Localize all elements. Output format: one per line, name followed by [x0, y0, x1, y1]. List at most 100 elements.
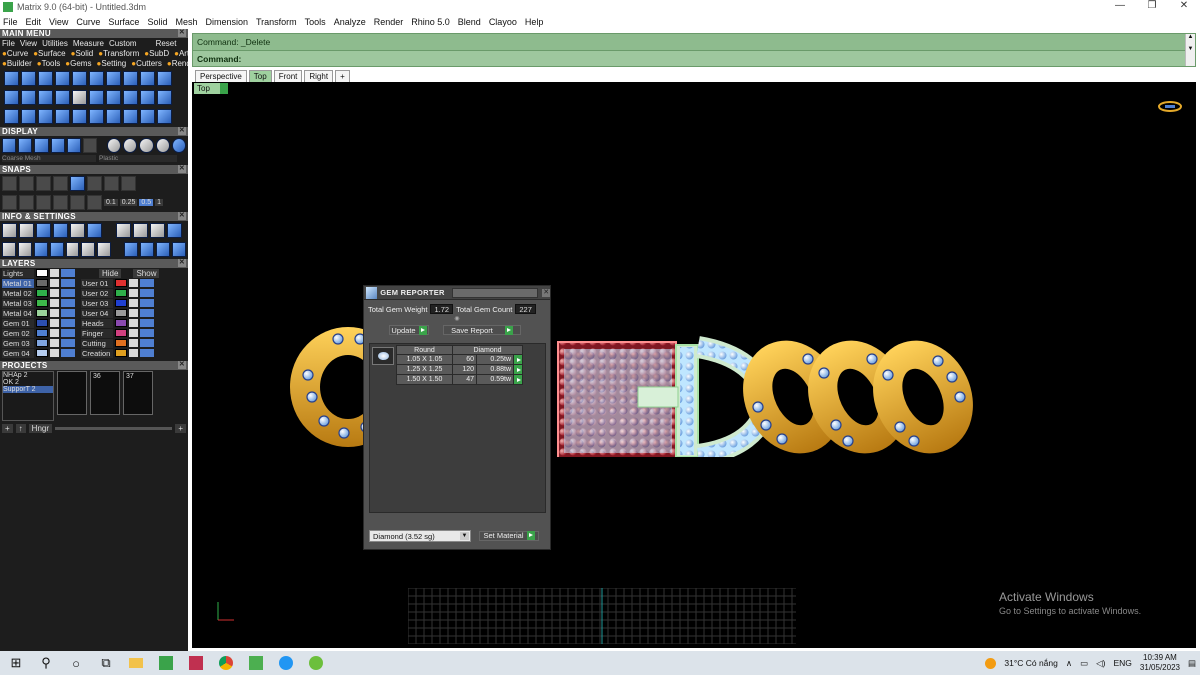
- snap-value[interactable]: 1: [155, 199, 163, 206]
- layer-row[interactable]: User 01: [79, 278, 154, 288]
- curve-tool-icon[interactable]: [4, 71, 19, 86]
- command-prompt[interactable]: Command:: [193, 50, 1195, 66]
- material-select[interactable]: Diamond (3.52 sg) ▼: [369, 529, 471, 542]
- layer-toggle[interactable]: [140, 309, 154, 317]
- cutter-tool-icon[interactable]: [157, 71, 172, 86]
- shaded-icon[interactable]: [18, 138, 33, 153]
- menu-file[interactable]: File: [3, 17, 18, 27]
- snap-end-icon[interactable]: [2, 176, 17, 191]
- cube-icon[interactable]: [33, 242, 48, 257]
- show-icon[interactable]: [97, 242, 112, 257]
- project-thumbnail[interactable]: [57, 371, 87, 415]
- mm-curve[interactable]: ●Curve: [2, 49, 28, 58]
- circle-tool-icon[interactable]: [157, 109, 172, 124]
- layer-name[interactable]: Metal 03: [2, 298, 34, 308]
- menu-dimension[interactable]: Dimension: [205, 17, 248, 27]
- layer-toggle[interactable]: [61, 349, 75, 357]
- zoom-in-button[interactable]: +: [175, 424, 186, 433]
- table-row[interactable]: 1.05 X 1.05 60 0.25tw: [396, 354, 523, 365]
- lock-icon[interactable]: [129, 289, 138, 297]
- snap-near-icon[interactable]: [19, 176, 34, 191]
- set-material-button[interactable]: Set Material: [479, 530, 539, 541]
- layer-row[interactable]: Metal 02: [0, 288, 75, 298]
- menu-edit[interactable]: Edit: [26, 17, 42, 27]
- properties-icon[interactable]: [53, 223, 68, 238]
- lock-icon[interactable]: [50, 309, 59, 317]
- layer-row[interactable]: Metal 03: [0, 298, 75, 308]
- gem-info-icon[interactable]: [87, 223, 102, 238]
- cylinder-icon[interactable]: [49, 242, 64, 257]
- mm-utilities[interactable]: Utilities: [42, 39, 68, 48]
- app-icon[interactable]: [244, 651, 268, 675]
- up-button[interactable]: ↑: [15, 424, 26, 433]
- layer-toggle[interactable]: [61, 319, 75, 327]
- layer-toggle[interactable]: [140, 349, 154, 357]
- ring-tool-icon[interactable]: [21, 71, 36, 86]
- layer-toggle[interactable]: [140, 299, 154, 307]
- windows-start-icon[interactable]: ⊞: [4, 651, 28, 675]
- layer-toggle[interactable]: [140, 319, 154, 327]
- tray-chevron-icon[interactable]: ∧: [1066, 658, 1072, 669]
- snap-mid-icon[interactable]: [53, 176, 68, 191]
- snap-value[interactable]: 0.25: [119, 199, 138, 206]
- language-indicator[interactable]: ENG: [1114, 658, 1132, 668]
- mm-reset[interactable]: Reset: [156, 39, 177, 48]
- settings-icon[interactable]: [2, 223, 17, 238]
- row-arrow-icon[interactable]: [513, 374, 523, 385]
- layer-row[interactable]: Creation: [79, 348, 154, 358]
- layer-color-swatch[interactable]: [115, 349, 127, 357]
- mm-tools[interactable]: ●Tools: [37, 59, 61, 68]
- menu-rhino[interactable]: Rhino 5.0: [411, 17, 450, 27]
- mm-art[interactable]: ●Art: [174, 49, 188, 58]
- mm-builder[interactable]: ●Builder: [2, 59, 32, 68]
- layer-row[interactable]: Metal 04: [0, 308, 75, 318]
- mm-view[interactable]: View: [20, 39, 37, 48]
- builder-tool-icon[interactable]: [89, 71, 104, 86]
- dropdown-icon[interactable]: [220, 83, 228, 94]
- toggle-icon[interactable]: [172, 242, 186, 257]
- layer-color-swatch[interactable]: [115, 289, 127, 297]
- layer-toggle[interactable]: [140, 289, 154, 297]
- array-tool-icon[interactable]: [89, 90, 104, 105]
- layer-row[interactable]: Metal 01: [0, 278, 75, 288]
- layer-color-swatch[interactable]: [36, 279, 48, 287]
- filter-icon[interactable]: [65, 242, 80, 257]
- layer-color-swatch[interactable]: [36, 289, 48, 297]
- lock-icon[interactable]: [50, 289, 59, 297]
- table-row[interactable]: 1.25 X 1.25 120 0.88tw: [396, 364, 523, 375]
- snap-value[interactable]: 0.1: [104, 199, 118, 206]
- lock-icon[interactable]: [129, 339, 138, 347]
- search-icon[interactable]: ⚲: [34, 651, 58, 675]
- project-thumbnail[interactable]: 37: [123, 371, 153, 415]
- planar-icon[interactable]: [36, 195, 51, 210]
- grid-view-icon[interactable]: [2, 242, 16, 257]
- pave-tool-icon[interactable]: [55, 71, 70, 86]
- mm-setting[interactable]: ●Setting: [96, 59, 126, 68]
- toggle-icon[interactable]: [116, 223, 131, 238]
- sweep-tool-icon[interactable]: [21, 90, 36, 105]
- app-icon[interactable]: [184, 651, 208, 675]
- notification-icon[interactable]: ▤: [1188, 658, 1196, 669]
- close-icon[interactable]: ✕: [178, 29, 186, 37]
- layer-name[interactable]: Metal 04: [2, 308, 34, 318]
- rotate-tool-icon[interactable]: [89, 109, 104, 124]
- toggle-icon[interactable]: [140, 242, 155, 257]
- layer-toggle[interactable]: [61, 289, 75, 297]
- command-scrollbar[interactable]: ▲ ▼: [1185, 34, 1195, 66]
- layer-color[interactable]: [36, 269, 48, 277]
- update-button[interactable]: Update: [389, 325, 429, 335]
- toggle-icon[interactable]: [150, 223, 165, 238]
- layer-row[interactable]: Gem 03: [0, 338, 75, 348]
- close-icon[interactable]: ✕: [178, 361, 186, 369]
- edit-icon[interactable]: [70, 223, 85, 238]
- menu-view[interactable]: View: [49, 17, 68, 27]
- gumball-icon[interactable]: [70, 195, 85, 210]
- layer-toggle[interactable]: [61, 279, 75, 287]
- layer-color-swatch[interactable]: [36, 339, 48, 347]
- layer-row[interactable]: User 03: [79, 298, 154, 308]
- expander-icon[interactable]: ◉: [364, 315, 550, 322]
- maximize-button[interactable]: ❐: [1136, 0, 1168, 11]
- lock-icon[interactable]: [50, 349, 59, 357]
- close-icon[interactable]: ✕: [178, 259, 186, 267]
- layer-row[interactable]: User 02: [79, 288, 154, 298]
